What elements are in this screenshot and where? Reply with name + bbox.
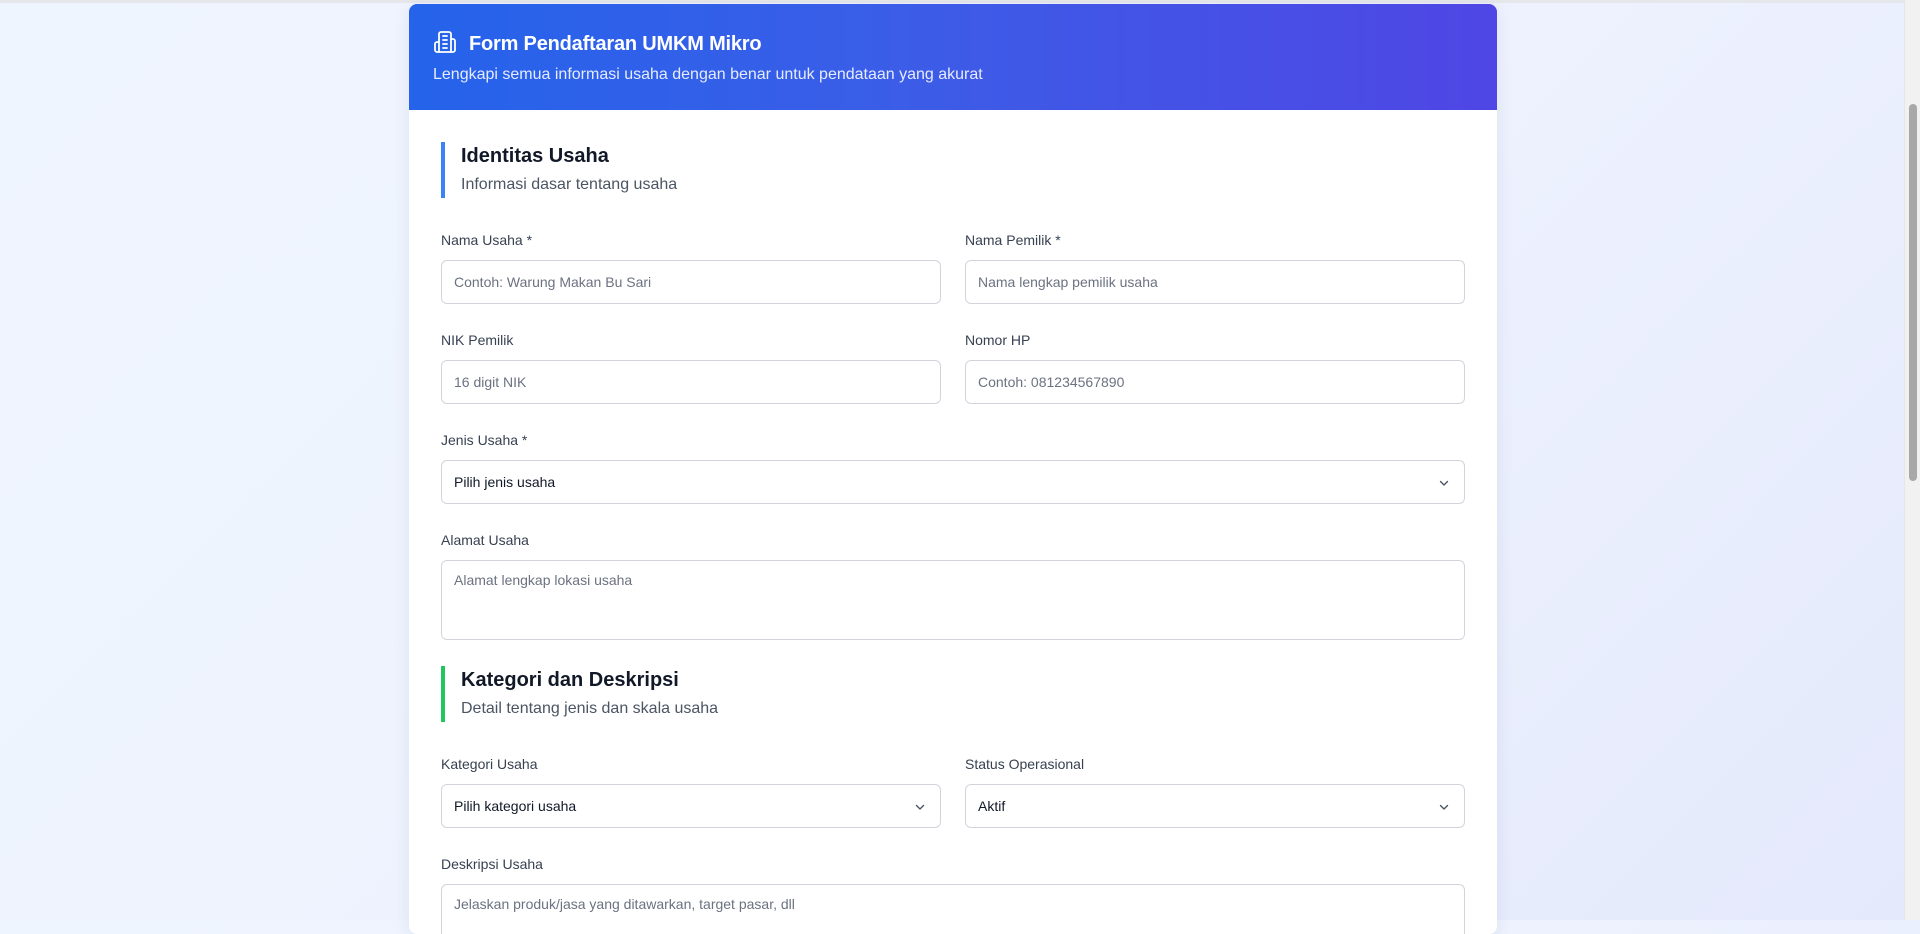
section-title: Kategori dan Deskripsi <box>461 669 679 691</box>
jenis-usaha-select[interactable]: Pilih jenis usaha <box>441 460 1465 504</box>
status-operasional-select[interactable]: Aktif <box>965 784 1465 828</box>
chevron-down-icon <box>914 800 926 812</box>
kategori-usaha-selected-value: Pilih kategori usaha <box>454 798 577 814</box>
page-scrollbar[interactable] <box>1904 0 1920 920</box>
deskripsi-usaha-textarea[interactable] <box>441 884 1465 934</box>
registration-form-card: Form Pendaftaran UMKM Mikro Lengkapi sem… <box>409 4 1497 934</box>
deskripsi-usaha-label: Deskripsi Usaha <box>441 856 543 872</box>
nama-usaha-label: Nama Usaha * <box>441 232 533 248</box>
section-title: Identitas Usaha <box>461 145 609 167</box>
section-description: Informasi dasar tentang usaha <box>461 176 678 193</box>
nik-pemilik-label: NIK Pemilik <box>441 332 514 348</box>
jenis-usaha-label: Jenis Usaha * <box>441 432 528 448</box>
section-header-kategori: Kategori dan Deskripsi Detail tentang je… <box>441 666 1041 722</box>
nama-usaha-input[interactable] <box>441 260 941 304</box>
building-icon <box>433 30 457 59</box>
chevron-down-icon <box>1438 476 1450 488</box>
section-description: Detail tentang jenis dan skala usaha <box>461 700 719 717</box>
section-header-identitas: Identitas Usaha Informasi dasar tentang … <box>441 142 1041 198</box>
kategori-usaha-select[interactable]: Pilih kategori usaha <box>441 784 941 828</box>
status-operasional-selected-value: Aktif <box>978 798 1006 814</box>
form-title: Form Pendaftaran UMKM Mikro <box>469 33 762 55</box>
jenis-usaha-selected-value: Pilih jenis usaha <box>454 474 556 490</box>
page-top-border <box>0 0 1905 3</box>
nama-pemilik-input[interactable] <box>965 260 1465 304</box>
kategori-usaha-label: Kategori Usaha <box>441 756 538 772</box>
form-header-title-row: Form Pendaftaran UMKM Mikro <box>433 30 762 59</box>
status-operasional-label: Status Operasional <box>965 756 1085 772</box>
nik-pemilik-input[interactable] <box>441 360 941 404</box>
scrollbar-thumb[interactable] <box>1909 104 1917 481</box>
form-subtitle: Lengkapi semua informasi usaha dengan be… <box>433 66 983 83</box>
alamat-usaha-label: Alamat Usaha <box>441 532 529 548</box>
chevron-down-icon <box>1438 800 1450 812</box>
nomor-hp-label: Nomor HP <box>965 332 1031 348</box>
nomor-hp-input[interactable] <box>965 360 1465 404</box>
alamat-usaha-textarea[interactable] <box>441 560 1465 640</box>
form-header: Form Pendaftaran UMKM Mikro Lengkapi sem… <box>409 4 1497 110</box>
nama-pemilik-label: Nama Pemilik * <box>965 232 1061 248</box>
